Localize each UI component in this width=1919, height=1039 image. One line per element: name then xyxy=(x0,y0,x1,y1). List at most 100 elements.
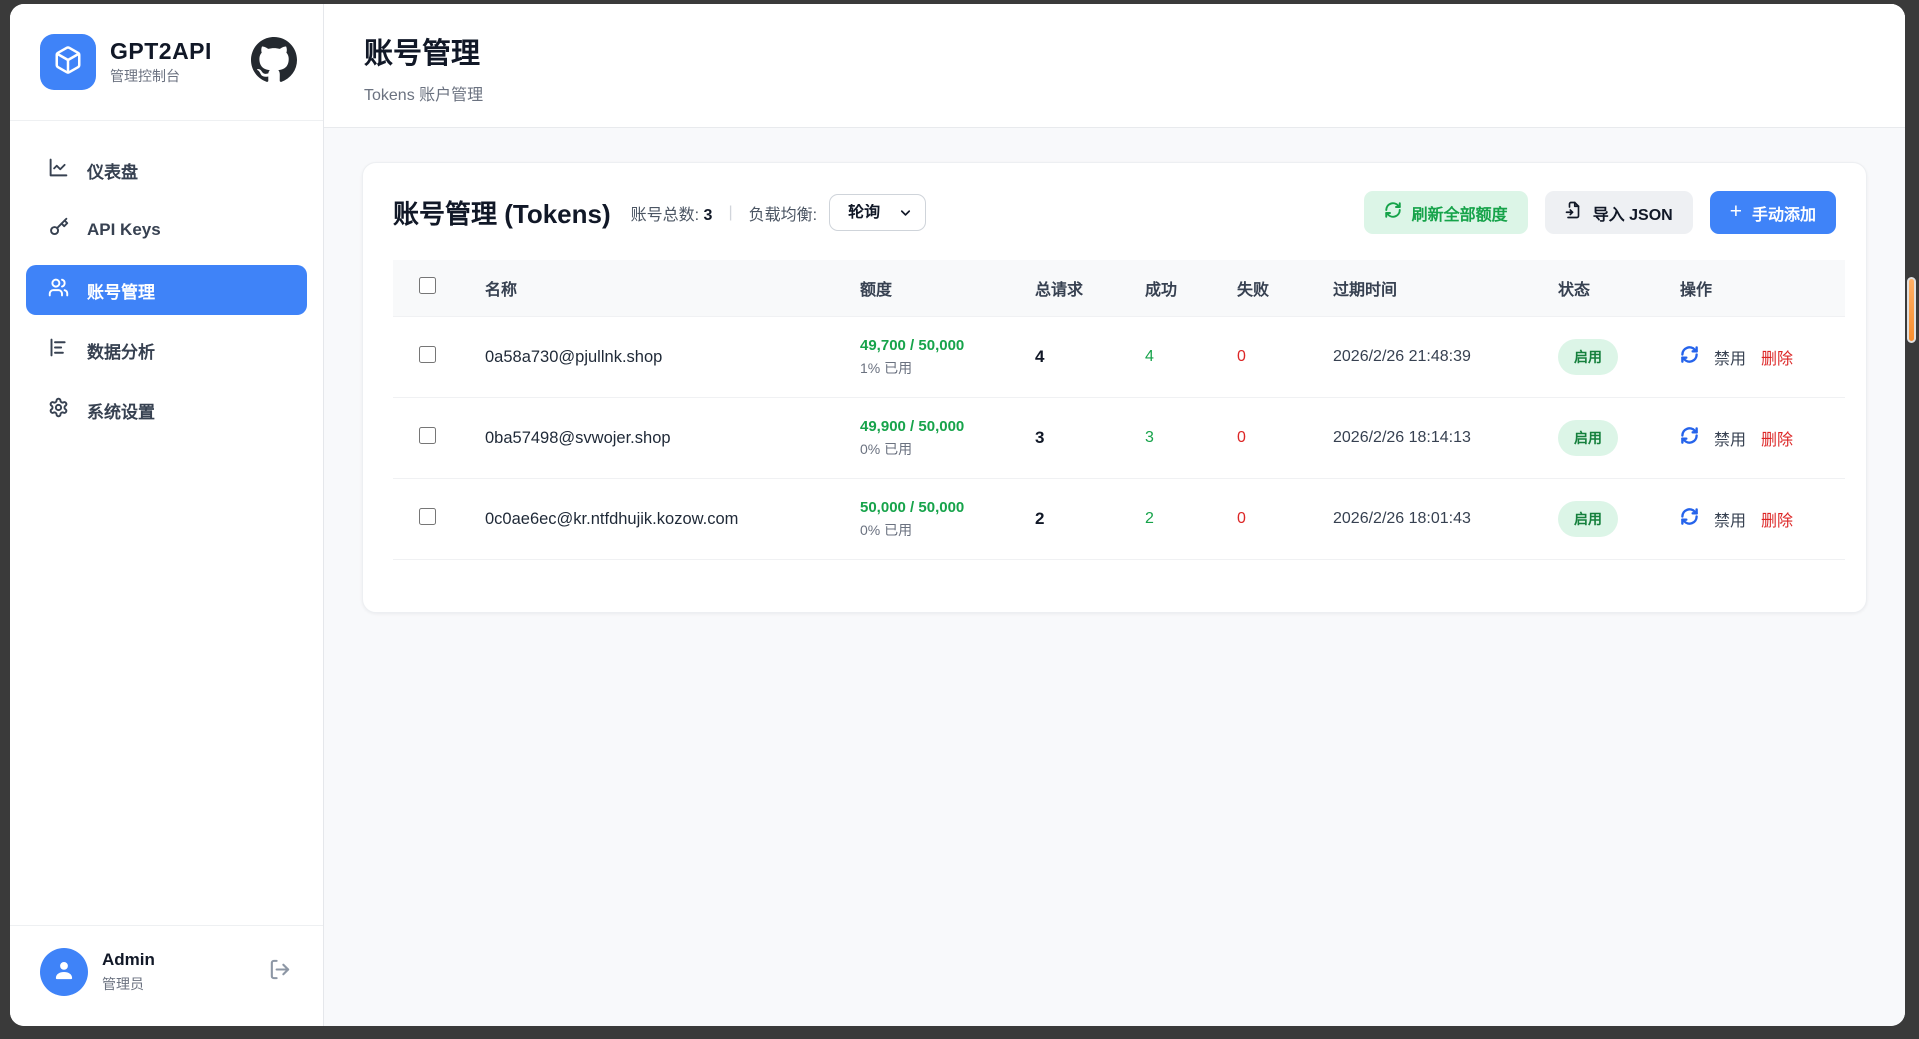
row-checkbox[interactable] xyxy=(419,346,436,363)
column-header-status: 状态 xyxy=(1542,260,1664,317)
manual-add-label: 手动添加 xyxy=(1752,201,1816,225)
sidebar: GPT2API 管理控制台 仪表盘 API Keys xyxy=(10,4,324,1026)
cell-quota: 49,700 / 50,000 1% 已用 xyxy=(844,317,1019,398)
sidebar-item-settings[interactable]: 系统设置 xyxy=(26,385,307,435)
row-refresh-button[interactable] xyxy=(1680,507,1699,531)
cell-success-count: 2 xyxy=(1129,479,1221,560)
account-total-value: 3 xyxy=(704,207,713,224)
table-row: 0ba57498@svwojer.shop 49,900 / 50,000 0%… xyxy=(393,398,1845,479)
page-title: 账号管理 xyxy=(364,30,1865,72)
status-badge: 启用 xyxy=(1558,501,1618,537)
row-refresh-button[interactable] xyxy=(1680,345,1699,369)
load-balance-select-wrap: 轮询 xyxy=(829,194,926,231)
sidebar-item-label: API Keys xyxy=(87,220,161,240)
file-import-icon xyxy=(1565,201,1583,224)
users-icon xyxy=(48,277,69,303)
card-title: 账号管理 (Tokens) xyxy=(393,194,611,231)
gear-icon xyxy=(48,397,69,423)
row-disable-button[interactable]: 禁用 xyxy=(1714,507,1746,531)
cell-expire-time: 2026/2/26 18:14:13 xyxy=(1317,398,1542,479)
user-role: 管理员 xyxy=(102,974,155,994)
column-header-expires: 过期时间 xyxy=(1317,260,1542,317)
status-badge: 启用 xyxy=(1558,339,1618,375)
cell-total-requests: 3 xyxy=(1019,398,1129,479)
cell-total-requests: 4 xyxy=(1019,317,1129,398)
cell-status: 启用 xyxy=(1542,398,1664,479)
accounts-table: 名称 额度 总请求 成功 失败 过期时间 状态 操作 xyxy=(393,260,1845,560)
key-icon xyxy=(48,217,69,243)
quota-used: 1% 已用 xyxy=(860,358,1003,378)
cell-status: 启用 xyxy=(1542,317,1664,398)
user-info: Admin 管理员 xyxy=(102,950,155,994)
main-area: 账号管理 Tokens 账户管理 账号管理 (Tokens) 账号总数: 3 |… xyxy=(324,4,1905,1026)
cell-expire-time: 2026/2/26 18:01:43 xyxy=(1317,479,1542,560)
sidebar-item-api-keys[interactable]: API Keys xyxy=(26,205,307,255)
cell-actions: 禁用 删除 xyxy=(1664,398,1845,479)
row-delete-button[interactable]: 删除 xyxy=(1761,345,1793,369)
github-icon xyxy=(251,37,297,88)
column-header-total: 总请求 xyxy=(1019,260,1129,317)
sidebar-item-label: 账号管理 xyxy=(87,278,155,303)
load-balance-label: 负载均衡: xyxy=(749,201,817,225)
table-row: 0c0ae6ec@kr.ntfdhujik.kozow.com 50,000 /… xyxy=(393,479,1845,560)
refresh-icon xyxy=(1384,201,1402,224)
brand-subtitle: 管理控制台 xyxy=(110,69,212,84)
cell-quota: 50,000 / 50,000 0% 已用 xyxy=(844,479,1019,560)
app-window: GPT2API 管理控制台 仪表盘 API Keys xyxy=(10,4,1905,1026)
page-subtitle: Tokens 账户管理 xyxy=(364,81,1865,105)
select-all-checkbox[interactable] xyxy=(419,277,436,294)
quota-value: 49,700 / 50,000 xyxy=(860,337,1003,354)
cell-fail-count: 0 xyxy=(1221,398,1317,479)
cell-fail-count: 0 xyxy=(1221,479,1317,560)
status-badge: 启用 xyxy=(1558,420,1618,456)
logout-icon xyxy=(268,958,291,986)
table-head: 名称 额度 总请求 成功 失败 过期时间 状态 操作 xyxy=(393,260,1845,317)
row-delete-button[interactable]: 删除 xyxy=(1761,507,1793,531)
quota-used: 0% 已用 xyxy=(860,439,1003,459)
row-disable-button[interactable]: 禁用 xyxy=(1714,426,1746,450)
package-icon xyxy=(53,45,83,80)
quota-value: 50,000 / 50,000 xyxy=(860,499,1003,516)
cell-total-requests: 2 xyxy=(1019,479,1129,560)
row-checkbox[interactable] xyxy=(419,508,436,525)
sidebar-item-dashboard[interactable]: 仪表盘 xyxy=(26,145,307,195)
cell-expire-time: 2026/2/26 21:48:39 xyxy=(1317,317,1542,398)
scrollbar-thumb[interactable] xyxy=(1907,277,1916,343)
brand-logo xyxy=(40,34,96,90)
cell-actions: 禁用 删除 xyxy=(1664,479,1845,560)
brand-text: GPT2API 管理控制台 xyxy=(110,39,212,85)
column-header-name: 名称 xyxy=(469,260,844,317)
manual-add-button[interactable]: + 手动添加 xyxy=(1710,191,1836,234)
plus-icon: + xyxy=(1730,201,1742,222)
accounts-card: 账号管理 (Tokens) 账号总数: 3 | 负载均衡: 轮询 xyxy=(362,162,1867,613)
header-actions: 刷新全部额度 导入 JSON + 手动添加 xyxy=(1364,191,1836,234)
avatar xyxy=(40,948,88,996)
row-refresh-button[interactable] xyxy=(1680,426,1699,450)
account-total-label: 账号总数: xyxy=(631,207,699,224)
quota-value: 49,900 / 50,000 xyxy=(860,418,1003,435)
quota-used: 0% 已用 xyxy=(860,520,1003,540)
line-chart-icon xyxy=(48,157,69,183)
row-delete-button[interactable]: 删除 xyxy=(1761,426,1793,450)
sidebar-item-accounts[interactable]: 账号管理 xyxy=(26,265,307,315)
cell-fail-count: 0 xyxy=(1221,317,1317,398)
column-header-success: 成功 xyxy=(1129,260,1221,317)
logout-button[interactable] xyxy=(268,958,297,986)
cell-actions: 禁用 删除 xyxy=(1664,317,1845,398)
cell-success-count: 4 xyxy=(1129,317,1221,398)
card-header: 账号管理 (Tokens) 账号总数: 3 | 负载均衡: 轮询 xyxy=(393,191,1836,234)
github-link[interactable] xyxy=(251,37,297,88)
refresh-icon xyxy=(1680,507,1699,531)
row-disable-button[interactable]: 禁用 xyxy=(1714,345,1746,369)
refresh-icon xyxy=(1680,345,1699,369)
row-checkbox[interactable] xyxy=(419,427,436,444)
sidebar-item-label: 数据分析 xyxy=(87,338,155,363)
load-balance-select[interactable]: 轮询 xyxy=(829,194,926,231)
account-total: 账号总数: 3 xyxy=(631,201,713,225)
sidebar-header: GPT2API 管理控制台 xyxy=(10,4,323,121)
import-json-button[interactable]: 导入 JSON xyxy=(1545,191,1693,234)
column-header-fail: 失败 xyxy=(1221,260,1317,317)
bar-chart-icon xyxy=(48,337,69,363)
sidebar-item-analytics[interactable]: 数据分析 xyxy=(26,325,307,375)
refresh-all-button[interactable]: 刷新全部额度 xyxy=(1364,191,1528,234)
